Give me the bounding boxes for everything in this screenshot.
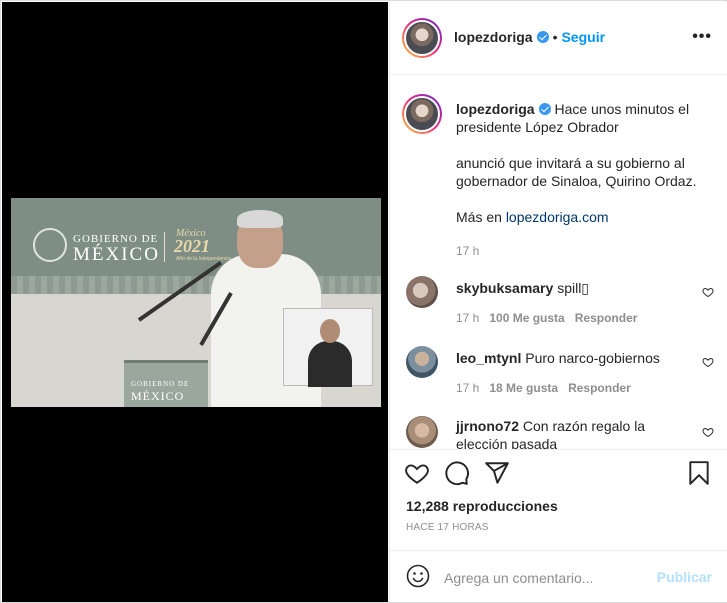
post-timestamp: HACE 17 HORAS <box>406 522 489 533</box>
podium-line2: MÉXICO <box>131 389 185 403</box>
post-actions: 12,288 reproducciones HACE 17 HORAS <box>390 450 727 550</box>
caption-time: 17 h <box>456 244 480 258</box>
separator-dot: • <box>552 29 558 45</box>
comment-meta: 17 h 18 Me gusta Responder <box>456 379 696 397</box>
comment-username[interactable]: skybuksamary <box>456 280 553 296</box>
caption-line2: anunció que invitará a su gobierno al go… <box>456 155 697 189</box>
podium-line1: GOBIERNO DE <box>131 380 190 388</box>
sign-divider <box>164 232 165 262</box>
comment-username[interactable]: leo_mtynl <box>456 350 521 366</box>
comment-text: spill▯ <box>557 280 590 296</box>
comment-meta: 17 h 100 Me gusta Responder <box>456 309 696 327</box>
caption-link[interactable]: lopezdoriga.com <box>506 209 609 225</box>
reply-button[interactable]: Responder <box>568 381 631 395</box>
caption-username[interactable]: lopezdoriga <box>456 101 535 117</box>
interpreter-body <box>308 341 352 387</box>
comment-likes[interactable]: 100 Me gusta <box>489 311 564 325</box>
comment-item: leo_mtynl Puro narco-gobiernos 17 h 18 Me… <box>456 349 696 397</box>
commenter-avatar[interactable] <box>406 276 438 308</box>
commenter-avatar[interactable] <box>406 346 438 378</box>
sign-line2: MÉXICO <box>73 244 160 265</box>
author-avatar[interactable] <box>402 18 442 58</box>
author-username[interactable]: lopezdoriga <box>454 29 533 45</box>
post-side-panel: lopezdoriga • Seguir ••• lopezdoriga Hace … <box>389 2 727 602</box>
sign-language-inset <box>283 308 373 387</box>
comment-item: skybuksamary spill▯ 17 h 100 Me gusta Resp… <box>456 279 696 327</box>
save-bookmark-icon[interactable] <box>686 460 712 486</box>
sign-year-sub: Año de la Independencia <box>176 256 232 262</box>
comment-item: jjrnono72 Con razón regalo la elección p… <box>456 417 696 449</box>
commenter-avatar[interactable] <box>406 416 438 448</box>
comment-time: 17 h <box>456 311 480 325</box>
video-player[interactable]: GOBIERNO DE MÉXICO México 2021 Año de la… <box>11 198 381 407</box>
caption: lopezdoriga Hace unos minutos el preside… <box>456 100 716 260</box>
post-frame: GOBIERNO DE MÉXICO México 2021 Año de la… <box>0 0 727 603</box>
caption-avatar[interactable] <box>402 94 442 134</box>
comment-bubble-icon[interactable] <box>444 460 470 486</box>
publish-button[interactable]: Publicar <box>657 569 712 585</box>
more-options-icon[interactable]: ••• <box>692 28 712 46</box>
view-count[interactable]: 12,288 reproducciones <box>406 498 558 514</box>
comment-text: Puro narco-gobiernos <box>525 350 660 366</box>
like-comment-heart-icon[interactable] <box>702 426 714 438</box>
comment-username[interactable]: jjrnono72 <box>456 418 519 434</box>
post-header: lopezdoriga • Seguir ••• <box>390 2 727 75</box>
author-line: lopezdoriga • Seguir <box>454 29 605 45</box>
media-pane: GOBIERNO DE MÉXICO México 2021 Año de la… <box>2 2 388 602</box>
sign-year: 2021 <box>174 236 210 256</box>
comment-time: 17 h <box>456 381 480 395</box>
verified-badge-icon <box>538 103 551 115</box>
share-paper-plane-icon[interactable] <box>484 460 510 486</box>
comment-likes[interactable]: 18 Me gusta <box>489 381 558 395</box>
speaker-hair <box>237 210 283 228</box>
emoji-icon[interactable] <box>406 564 430 588</box>
verified-badge-icon <box>536 31 549 43</box>
caption-more-prefix: Más en <box>456 209 506 225</box>
comment-composer: Publicar <box>390 550 727 602</box>
follow-button[interactable]: Seguir <box>561 29 605 45</box>
government-seal <box>33 228 67 262</box>
comments-list[interactable]: lopezdoriga Hace unos minutos el preside… <box>390 76 727 450</box>
like-comment-heart-icon[interactable] <box>702 356 714 368</box>
interpreter-head <box>320 319 340 343</box>
comment-input[interactable] <box>444 567 654 589</box>
like-comment-heart-icon[interactable] <box>702 286 714 298</box>
reply-button[interactable]: Responder <box>575 311 638 325</box>
like-heart-icon[interactable] <box>404 460 430 486</box>
